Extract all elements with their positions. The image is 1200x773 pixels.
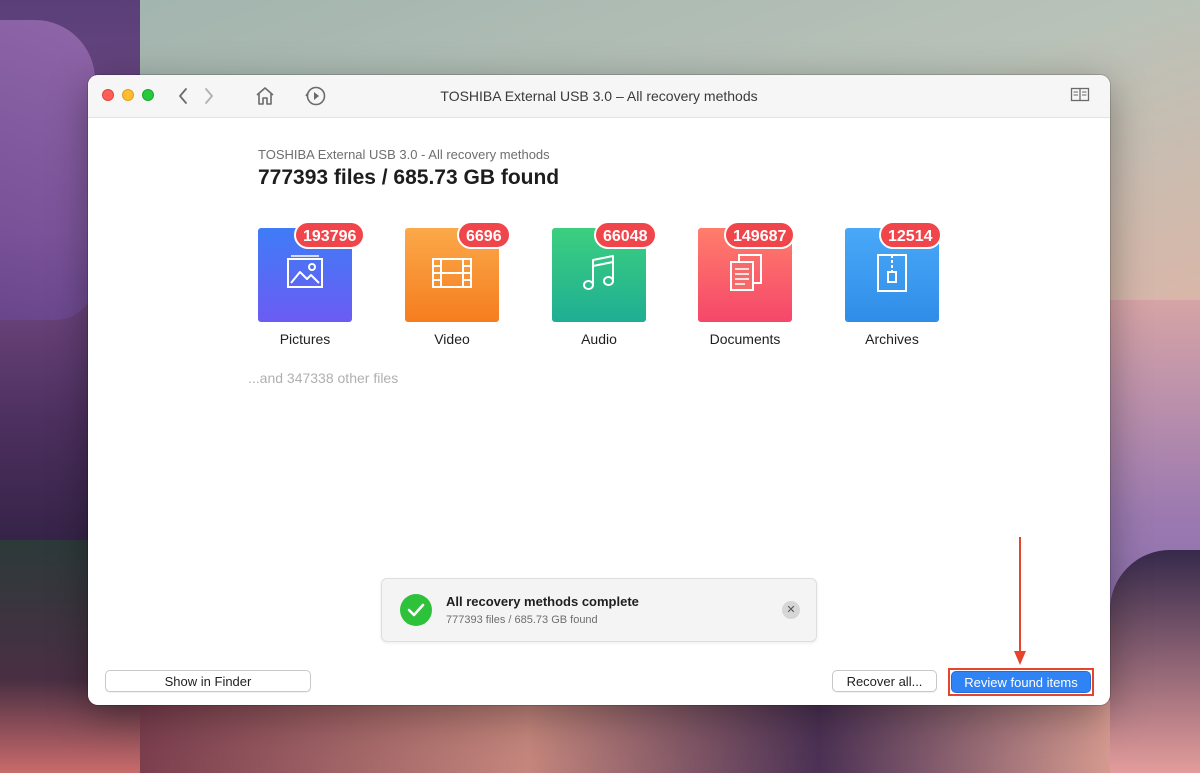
device-subtitle: TOSHIBA External USB 3.0 - All recovery … (258, 147, 550, 162)
music-note-icon (579, 252, 619, 299)
toast-title: All recovery methods complete (446, 594, 639, 609)
results-headline: 777393 files / 685.73 GB found (258, 166, 560, 189)
archives-count-badge: 12514 (879, 221, 942, 249)
image-icon (285, 253, 325, 298)
annotation-highlight-box (948, 668, 1094, 696)
title-bar: TOSHIBA External USB 3.0 – All recovery … (88, 75, 1110, 118)
recover-all-button[interactable]: Recover all... (832, 670, 937, 692)
pictures-label: Pictures (279, 331, 331, 347)
show-in-finder-button[interactable]: Show in Finder (105, 670, 311, 692)
video-label: Video (434, 331, 470, 347)
results-content: TOSHIBA External USB 3.0 - All recovery … (88, 118, 1110, 705)
close-icon[interactable]: ✕ (782, 601, 800, 619)
archive-icon (874, 252, 910, 299)
documents-count-badge: 149687 (724, 221, 796, 249)
video-count-badge: 6696 (457, 221, 511, 249)
app-window: TOSHIBA External USB 3.0 – All recovery … (88, 75, 1110, 705)
wallpaper-bottom (140, 700, 1110, 773)
audio-count-badge: 66048 (594, 221, 657, 249)
documents-label: Documents (709, 331, 781, 347)
other-files-text: ...and 347338 other files (248, 370, 399, 386)
pictures-count-badge: 193796 (294, 221, 366, 249)
document-icon (725, 252, 765, 299)
book-sidebar-icon[interactable] (1070, 86, 1090, 109)
wallpaper-right-bottom (1110, 550, 1200, 773)
film-icon (431, 255, 473, 296)
toast-subtitle: 777393 files / 685.73 GB found (446, 614, 598, 626)
wallpaper-left-shape (0, 20, 95, 320)
window-title: TOSHIBA External USB 3.0 – All recovery … (440, 88, 758, 104)
annotation-arrow-icon (1014, 537, 1026, 665)
audio-label: Audio (581, 331, 617, 347)
completion-toast: All recovery methods complete 777393 fil… (381, 578, 817, 642)
checkmark-icon (400, 594, 432, 626)
archives-label: Archives (865, 331, 919, 347)
